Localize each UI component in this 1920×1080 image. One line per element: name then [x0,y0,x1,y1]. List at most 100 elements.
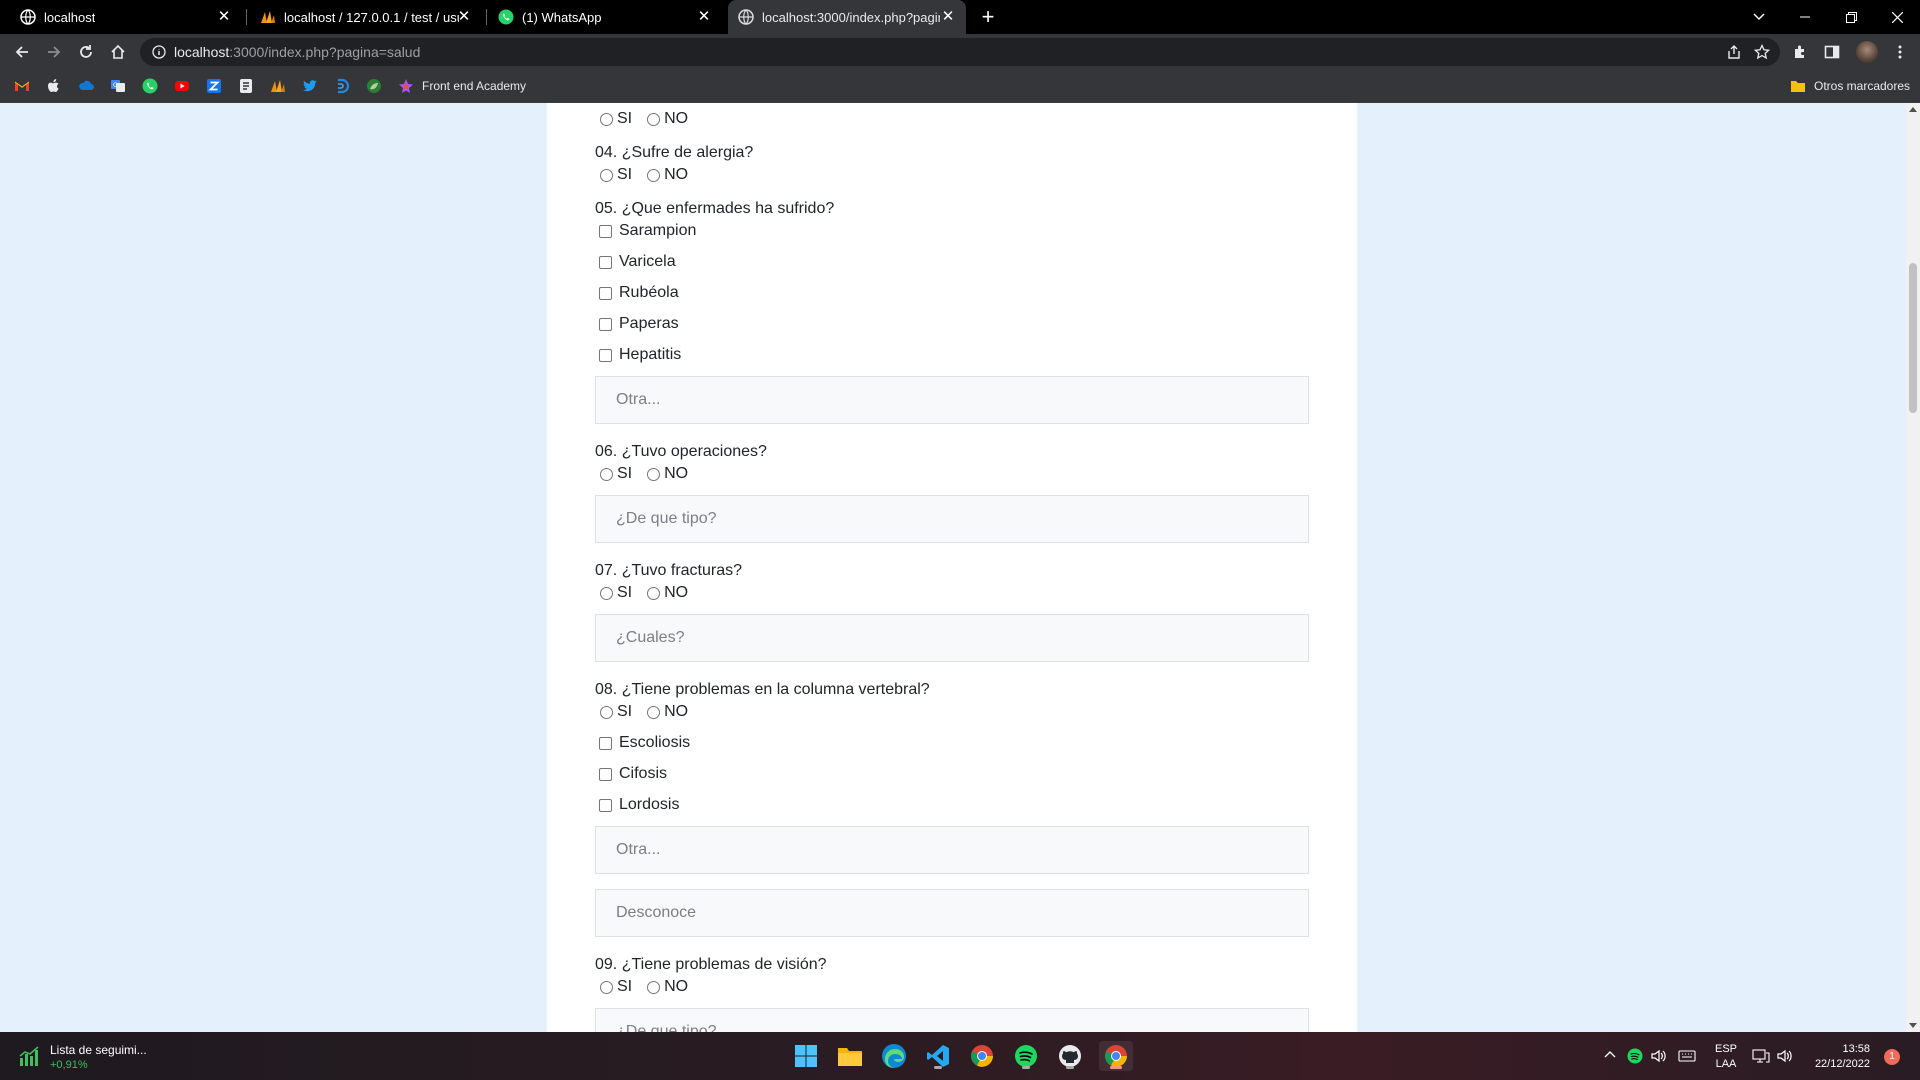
reload-button[interactable] [72,38,100,66]
q08-unknown-input[interactable] [595,889,1309,937]
tab-phpmyadmin[interactable]: localhost / 127.0.0.1 / test / usua ✕ [250,0,482,34]
q05-other-input[interactable] [595,376,1309,424]
tab-search-button[interactable] [1736,0,1782,34]
close-icon[interactable]: ✕ [696,9,712,25]
q04-radio-no[interactable] [647,168,661,182]
speaker-icon[interactable] [1776,1048,1794,1064]
whatsapp-icon[interactable] [142,78,158,94]
q09-type-input[interactable] [595,1008,1309,1032]
scroll-down-icon[interactable] [1909,1023,1917,1028]
close-icon[interactable]: ✕ [216,9,232,25]
phpmyadmin-icon[interactable] [270,78,286,94]
keyboard-icon[interactable] [1678,1049,1696,1063]
q06-radio-si[interactable] [600,467,613,481]
start-button[interactable] [791,1041,821,1071]
close-icon[interactable]: ✕ [940,9,956,25]
network-icon[interactable] [1752,1048,1770,1064]
checkbox[interactable] [599,798,612,812]
tab-whatsapp[interactable]: (1) WhatsApp ✕ [490,0,722,34]
minimize-button[interactable] [1782,0,1828,34]
q03-radio-si[interactable] [600,112,613,126]
scrollbar-thumb[interactable] [1909,263,1917,413]
new-tab-button[interactable]: + [977,6,999,28]
q08-radio-si[interactable] [600,705,613,719]
url-path: :3000/index.php?pagina=salud [229,44,421,60]
q04-radio-si[interactable] [600,168,613,182]
q06-radio-no[interactable] [647,467,661,481]
apple-icon[interactable] [46,78,62,94]
twitter-icon[interactable] [302,78,318,94]
tab-localhost[interactable]: localhost ✕ [10,0,242,34]
bookmark-front-end-academy[interactable]: Front end Academy [422,79,526,93]
chrome-button[interactable] [967,1041,997,1071]
tab-separator [246,9,247,25]
q07-radio-si[interactable] [600,586,613,600]
leaf-icon[interactable] [366,78,382,94]
gmail-icon[interactable] [14,78,30,94]
file-explorer-button[interactable] [835,1041,865,1071]
onedrive-icon[interactable] [78,78,94,94]
star-icon[interactable] [1754,44,1770,60]
extensions-icon[interactable] [1792,44,1808,60]
more-vertical-icon[interactable] [1892,44,1908,60]
zoho-icon[interactable] [206,78,222,94]
vscode-button[interactable] [923,1041,953,1071]
chevron-up-icon[interactable] [1604,1050,1616,1058]
front-end-academy-icon[interactable] [398,78,414,94]
translate-icon[interactable]: G [110,78,126,94]
language-indicator[interactable]: ESP LAA [1708,1043,1744,1070]
address-bar[interactable]: localhost:3000/index.php?pagina=salud [140,38,1780,66]
restore-button[interactable] [1828,0,1874,34]
taskbar: Lista de seguimi... +0,91% ESP LAA 13:58 [0,1032,1920,1080]
checkbox[interactable] [599,255,612,269]
phpmyadmin-icon [261,11,275,23]
checkbox[interactable] [599,317,612,331]
checkbox[interactable] [599,224,612,238]
checkbox[interactable] [599,348,612,362]
back-button[interactable] [8,38,36,66]
q09-radio-no[interactable] [647,980,661,994]
q08-radio-no[interactable] [647,705,661,719]
checkbox[interactable] [599,767,612,781]
watchlist-widget[interactable]: Lista de seguimi... +0,91% [14,1042,164,1072]
close-icon[interactable]: ✕ [456,9,472,25]
q08-other-input[interactable] [595,826,1309,874]
volume-icon[interactable] [1650,1048,1668,1064]
avatar[interactable] [1856,41,1878,63]
scroll-up-icon[interactable] [1909,107,1917,112]
info-icon[interactable] [152,45,166,59]
tab-title: (1) WhatsApp [522,9,602,25]
spotify-button[interactable] [1011,1041,1041,1071]
github-desktop-button[interactable] [1055,1041,1085,1071]
side-panel-icon[interactable] [1824,44,1840,60]
q09-label: 09. ¿Tiene problemas de visión? [595,956,827,973]
share-icon[interactable] [1726,44,1742,60]
page-scrollbar[interactable] [1906,103,1920,1032]
bookmark-other-folder[interactable]: Otros marcadores [1814,79,1910,93]
q06-no-label: NO [664,465,689,482]
edge-button[interactable] [879,1041,909,1071]
notes-icon[interactable] [238,78,254,94]
q03-radio-no[interactable] [647,112,661,126]
checkbox[interactable] [599,286,612,300]
q07-radio-no[interactable] [647,586,661,600]
q06-type-input[interactable] [595,495,1309,543]
tab-salud[interactable]: localhost:3000/index.php?pagina ✕ [728,0,966,34]
close-window-button[interactable] [1874,0,1920,34]
q09-radio-si[interactable] [600,980,613,994]
q04-options: SI NO [595,166,698,184]
notification-badge[interactable]: 1 [1884,1049,1900,1065]
chrome-active-button[interactable] [1099,1041,1133,1071]
q07-options: SI NO [595,584,698,602]
edge-icon [882,1044,906,1068]
forward-button[interactable] [40,38,68,66]
q06-options: SI NO [595,465,698,483]
youtube-icon[interactable] [174,78,190,94]
checkbox[interactable] [599,736,612,750]
q07-which-input[interactable] [595,614,1309,662]
q07-no-label: NO [664,584,689,601]
d-logo-icon[interactable] [334,78,350,94]
home-button[interactable] [104,38,132,66]
clock[interactable]: 13:58 22/12/2022 [1806,1043,1870,1070]
spotify-tray-icon[interactable] [1627,1048,1643,1064]
